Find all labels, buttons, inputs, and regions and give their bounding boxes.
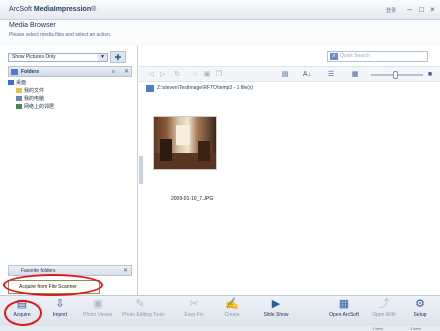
status-count-2: 1 item: [410, 326, 421, 331]
slide-show-button[interactable]: ▶ Slide Show: [258, 298, 294, 322]
title-bar: ArcSoft MediaImpression® 登录 – □ ×: [0, 0, 440, 20]
photo-chair-shape-2: [198, 141, 210, 161]
browser-toolbar: ◁ ▷ ↻ ☆ ▣ ❐ ▤ A↓ ☰ ▦ ■: [139, 66, 440, 82]
setup-button[interactable]: ⚙ Setup: [402, 298, 438, 322]
folders-header: Folders ≡ ✕: [8, 66, 132, 77]
folders-icon: [11, 69, 18, 75]
path-bar: Z:\steven\TestImage\RFTO\temp3 - 1 file(…: [139, 83, 440, 94]
create-button[interactable]: ✍ Create: [214, 298, 250, 322]
toolbar-button-label: Open With: [372, 312, 396, 318]
media-browser-panel: ⌕ Quick Search ◁ ▷ ↻ ☆ ▣ ❐ ▤ A↓ ☰ ▦ ■ Z:…: [139, 46, 440, 295]
open-arcsoft-icon: ▦: [338, 298, 350, 310]
add-folder-button[interactable]: ✚: [110, 51, 126, 63]
search-icon: ⌕: [330, 53, 338, 60]
app-title-name: MediaImpression: [33, 6, 92, 13]
close-button[interactable]: ×: [428, 5, 437, 14]
slide-show-icon: ▶: [271, 298, 281, 310]
toolbar-button-label: Slide Show: [263, 312, 289, 318]
folder-icon: [146, 85, 154, 92]
forward-icon[interactable]: ▷: [159, 70, 167, 79]
folder-icon: [16, 88, 22, 94]
view-mode-icon[interactable]: ▤: [279, 70, 291, 79]
status-bar: 1 item 1 item: [0, 326, 440, 331]
toolbar-button-label: Setup: [413, 312, 427, 318]
photo-viewer-icon: ▣: [92, 298, 104, 310]
import-icon: ⇩: [55, 298, 65, 310]
easy-fix-button[interactable]: ✂ Easy Fix: [176, 298, 212, 322]
import-button[interactable]: ⇩ Import: [42, 298, 78, 322]
show-filter-dropdown[interactable]: Show Pictures Only ▼: [8, 53, 108, 62]
back-icon[interactable]: ◁: [147, 70, 155, 79]
folders-label: Folders: [21, 69, 40, 75]
tree-item-label: 我的电脑: [24, 96, 45, 102]
photo-filename: 2009-01-10_7.JPG: [171, 196, 214, 202]
folders-close-icon[interactable]: ✕: [124, 68, 129, 75]
quick-search-input[interactable]: ⌕ Quick Search: [327, 51, 428, 62]
create-icon: ✍: [225, 298, 239, 310]
photo-editing-icon: ✎: [135, 298, 145, 310]
toolbar-button-label: Photo Editing Tools: [122, 312, 165, 318]
sort-icon[interactable]: A↓: [301, 70, 313, 79]
photo-editing-tools-button[interactable]: ✎ Photo Editing Tools: [122, 298, 165, 322]
folders-menu-icon[interactable]: ≡: [112, 69, 115, 75]
show-filter-value: Show Pictures Only: [12, 54, 56, 60]
tree-item[interactable]: 我的电脑: [16, 96, 44, 103]
tooltip-highlight-ring: [3, 274, 103, 296]
desktop-icon: [8, 80, 14, 86]
folder-plus-icon: ✚: [114, 53, 122, 62]
zoom-slider-knob[interactable]: [393, 71, 398, 79]
toolbar-button-label: Create: [224, 312, 240, 318]
app-title: ArcSoft MediaImpression®: [9, 6, 96, 13]
current-path: Z:\steven\TestImage\RFTO\temp3 - 1 file(…: [157, 85, 254, 91]
tree-item-label: 网络上的邻居: [24, 104, 55, 110]
delete-icon[interactable]: ▣: [203, 70, 211, 79]
tree-item[interactable]: 桌面: [8, 80, 26, 87]
minimize-button[interactable]: –: [405, 5, 414, 14]
photo-chair-shape: [160, 139, 172, 161]
tree-item-label: 桌面: [16, 80, 27, 86]
rotate-icon[interactable]: ↻: [173, 70, 181, 79]
quick-search-placeholder: Quick Search: [340, 53, 371, 59]
header: Media Browser Please select media files …: [0, 20, 440, 46]
page-subtitle: Please select media files and select an …: [9, 32, 112, 38]
zoom-in-icon[interactable]: ■: [426, 70, 434, 79]
easy-fix-icon: ✂: [189, 298, 199, 310]
star-icon[interactable]: ☆: [191, 70, 199, 79]
copy-icon[interactable]: ❐: [215, 70, 223, 79]
acquire-highlight-ring: [4, 300, 42, 326]
left-panel: Show Pictures Only ▼ ✚ Folders ≡ ✕ 桌面我的文…: [0, 46, 138, 295]
page-title: Media Browser: [9, 22, 56, 29]
photo-window-shape: [176, 125, 190, 145]
open-arcsoft-button[interactable]: ▦ Open ArcSoft: [326, 298, 362, 322]
toolbar-button-label: Easy Fix: [184, 312, 204, 318]
setup-icon: ⚙: [415, 298, 425, 310]
toolbar-button-label: Import: [52, 312, 68, 318]
toolbar-button-label: Photo Viewer: [83, 312, 113, 318]
filter-icon[interactable]: ☰: [325, 70, 337, 79]
photo-thumbnail[interactable]: [153, 116, 217, 170]
open-with-icon: ⤴: [378, 298, 390, 310]
favorites-close-icon[interactable]: ✕: [123, 267, 128, 274]
tree-item[interactable]: 网络上的邻居: [16, 104, 54, 111]
chevron-down-icon[interactable]: ▼: [98, 54, 107, 61]
tree-item[interactable]: 我的文件: [16, 88, 44, 95]
app-title-prefix: ArcSoft: [9, 6, 34, 13]
open-with-button[interactable]: ⤴ Open With: [366, 298, 402, 322]
thumbnail-size-icon[interactable]: ▦: [349, 70, 361, 79]
maximize-button[interactable]: □: [417, 5, 426, 14]
network-icon: [16, 104, 22, 110]
tree-item-label: 我的文件: [24, 88, 45, 94]
computer-icon: [16, 96, 22, 102]
sign-in-link[interactable]: 登录: [386, 7, 396, 14]
status-count: 1 item: [372, 326, 383, 331]
app-title-suffix: ®: [91, 6, 97, 13]
toolbar-button-label: Open ArcSoft: [329, 312, 359, 318]
panel-splitter[interactable]: [139, 156, 143, 184]
photo-viewer-button[interactable]: ▣ Photo Viewer: [80, 298, 116, 322]
